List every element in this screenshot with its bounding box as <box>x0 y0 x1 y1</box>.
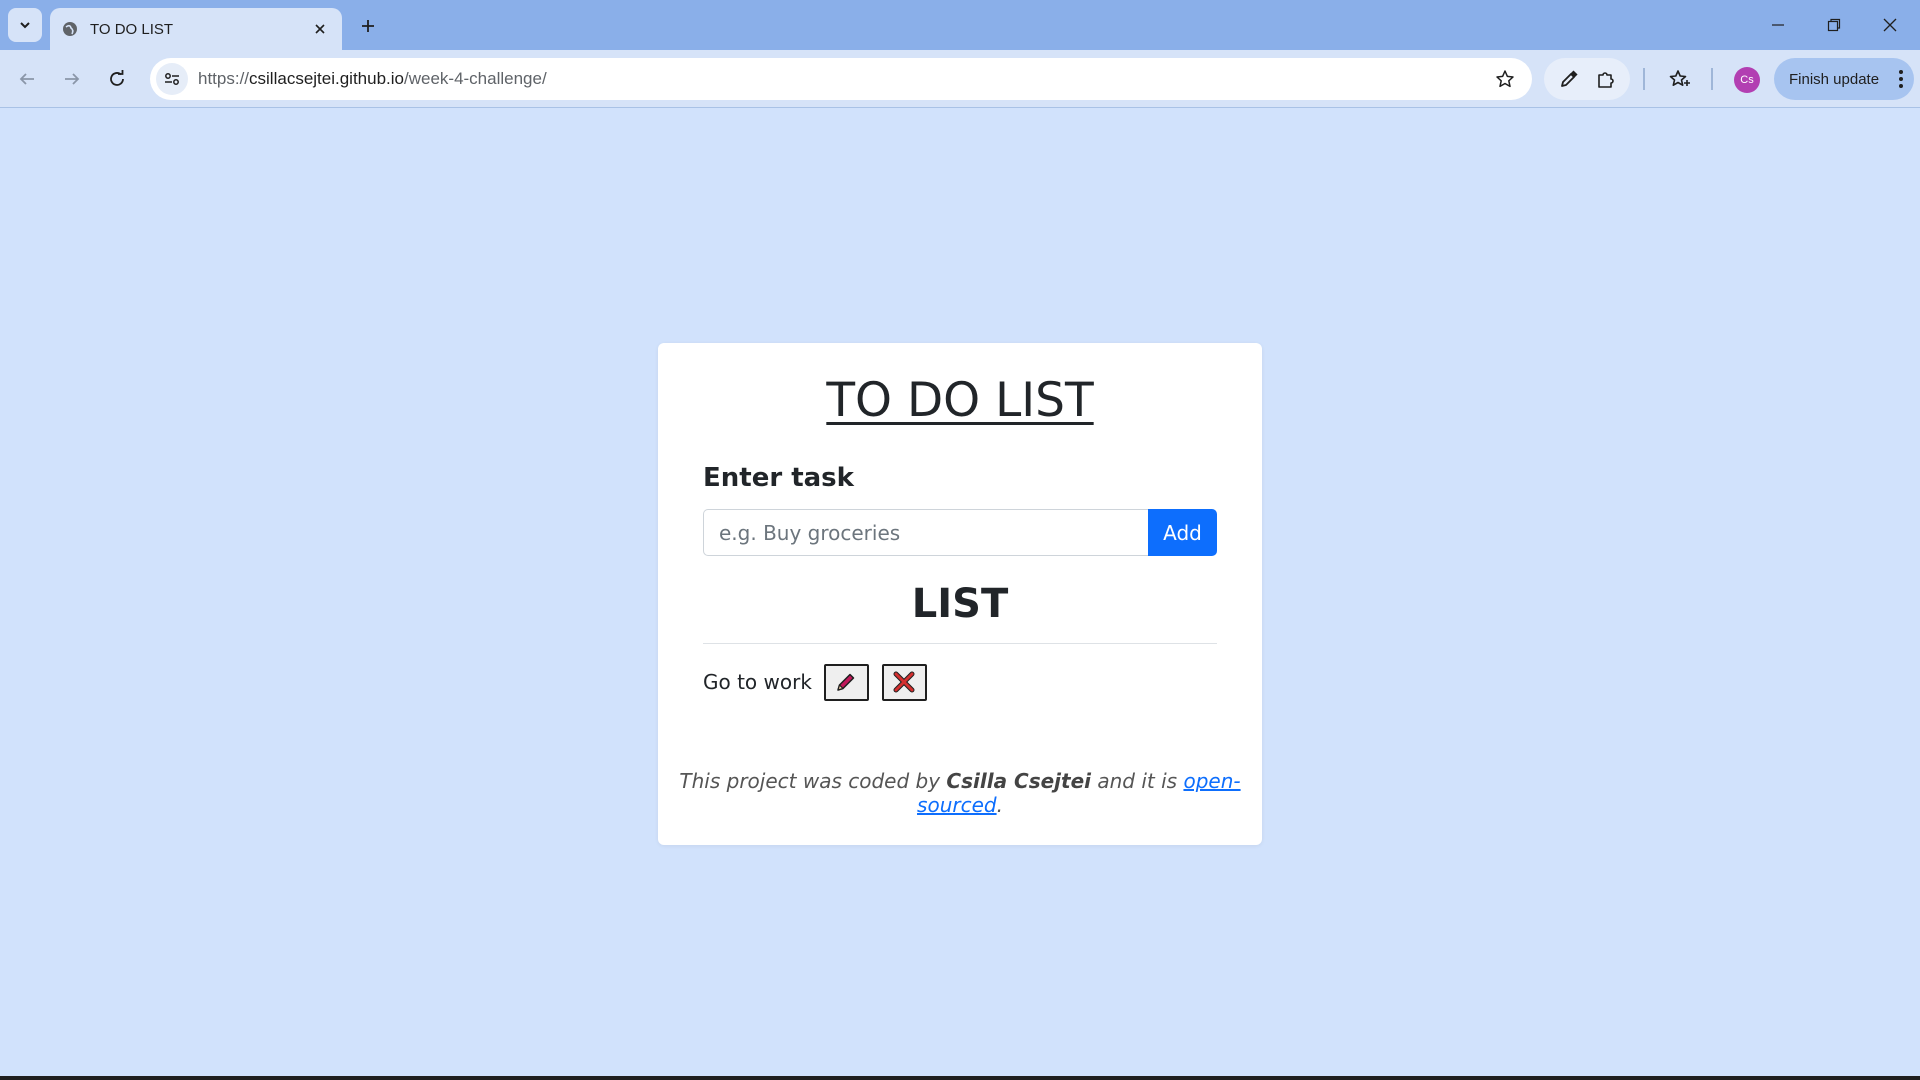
restore-icon <box>1827 18 1841 32</box>
url-scheme: https:// <box>198 69 250 88</box>
eyedropper-icon[interactable] <box>1552 62 1586 96</box>
pencil-icon <box>837 673 855 691</box>
new-tab-button[interactable] <box>354 12 382 40</box>
finish-update-label: Finish update <box>1789 70 1880 88</box>
extensions-group <box>1544 58 1630 100</box>
url-host: csillacsejtei.github.io <box>249 69 404 88</box>
footer-credit: This project was coded by Csilla Csejtei… <box>658 769 1262 817</box>
footer-prefix: This project was coded by <box>679 769 941 793</box>
reading-list-star-icon[interactable] <box>1663 62 1697 96</box>
close-icon <box>1883 18 1897 32</box>
finish-update-button[interactable]: Finish update <box>1774 58 1914 100</box>
address-bar[interactable]: https://csillacsejtei.github.io/week-4-c… <box>150 58 1532 100</box>
close-tab-icon[interactable] <box>310 19 330 39</box>
site-info-icon[interactable] <box>156 63 188 95</box>
plus-icon <box>362 20 374 32</box>
globe-icon <box>63 22 77 36</box>
arrow-right-icon <box>65 73 80 85</box>
restore-button[interactable] <box>1806 0 1862 50</box>
toolbar-separator <box>1711 68 1713 90</box>
profile-avatar[interactable]: Cs <box>1734 67 1760 93</box>
cross-mark-icon <box>893 671 915 693</box>
bookmark-star-icon[interactable] <box>1488 62 1522 96</box>
arrow-left-icon <box>19 73 34 85</box>
tab-title: TO DO LIST <box>90 20 174 38</box>
list-divider <box>703 643 1217 644</box>
todo-text: Go to work <box>703 670 812 694</box>
footer-middle: and it is <box>1097 769 1178 793</box>
enter-task-label: Enter task <box>703 463 854 493</box>
toolbar-separator <box>1643 68 1645 90</box>
list-item: Go to work <box>703 663 940 701</box>
more-menu-icon[interactable] <box>1898 68 1904 94</box>
delete-button[interactable] <box>881 663 927 701</box>
task-input-group: Add <box>703 509 1217 556</box>
reload-icon <box>110 70 124 86</box>
edit-button[interactable] <box>823 663 869 701</box>
page-viewport: TO DO LIST Enter task Add LIST Go to wor… <box>0 109 1920 1076</box>
url-path: /week-4-challenge/ <box>404 69 547 88</box>
tab-search-button[interactable] <box>8 8 42 42</box>
browser-toolbar: https://csillacsejtei.github.io/week-4-c… <box>0 50 1920 108</box>
taskbar-edge <box>0 1076 1920 1080</box>
todo-card: TO DO LIST Enter task Add LIST Go to wor… <box>658 343 1262 845</box>
page-title: TO DO LIST <box>826 373 1094 428</box>
minimize-button[interactable] <box>1750 0 1806 50</box>
back-button[interactable] <box>10 62 44 96</box>
extensions-puzzle-icon[interactable] <box>1589 62 1623 96</box>
reload-button[interactable] <box>100 62 134 96</box>
url-text: https://csillacsejtei.github.io/week-4-c… <box>198 69 1488 89</box>
list-heading: LIST <box>911 581 1009 627</box>
tab-strip: TO DO LIST <box>0 0 1920 50</box>
forward-button[interactable] <box>55 62 89 96</box>
author-name: Csilla Csejtei <box>946 769 1092 793</box>
footer-suffix: . <box>996 793 1003 817</box>
close-window-button[interactable] <box>1862 0 1918 50</box>
chevron-down-icon <box>20 22 30 29</box>
task-input[interactable] <box>703 509 1148 556</box>
add-button[interactable]: Add <box>1148 509 1217 556</box>
minimize-icon <box>1772 24 1784 26</box>
browser-tab[interactable]: TO DO LIST <box>50 8 342 50</box>
